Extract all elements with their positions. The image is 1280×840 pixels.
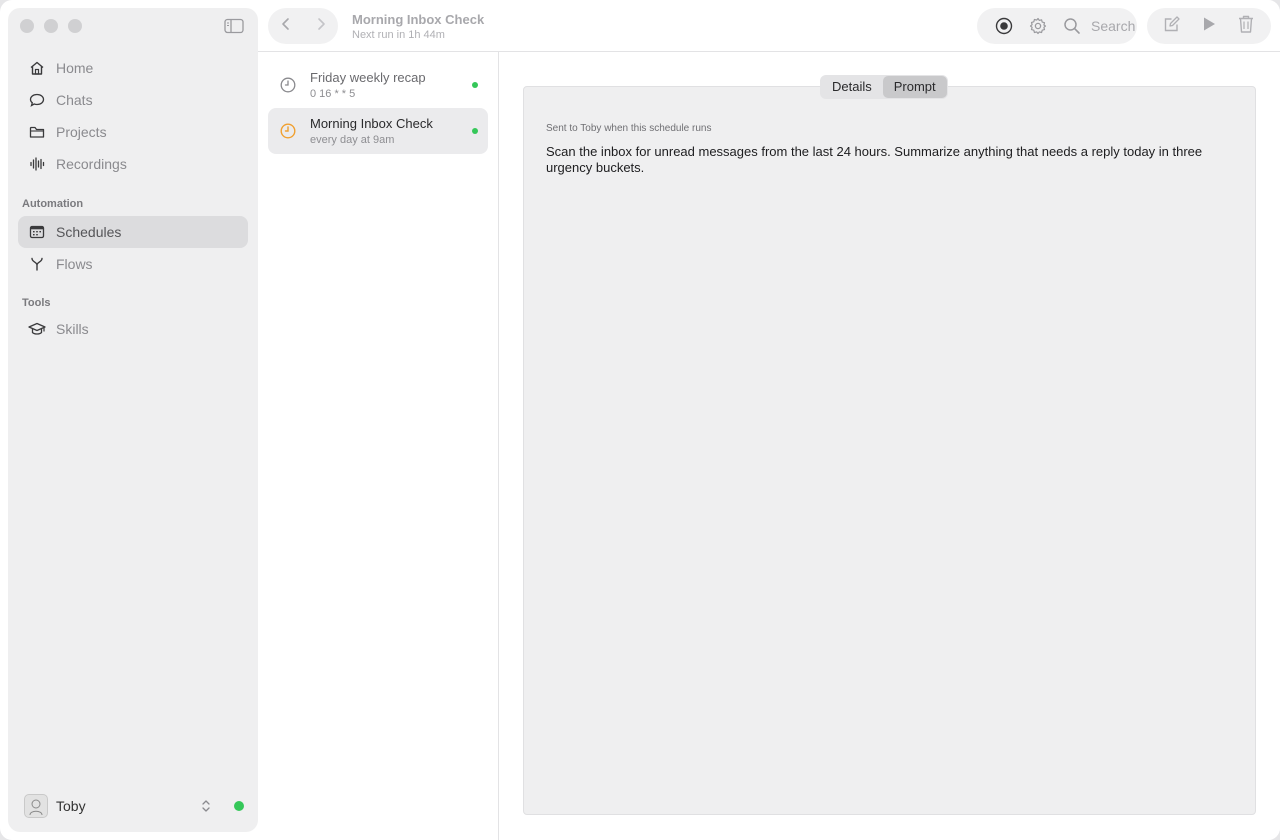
sidebar-item-label: Flows: [56, 256, 93, 272]
sidebar-item-label: Recordings: [56, 156, 127, 172]
compose-icon[interactable]: [1163, 15, 1181, 38]
record-icon: [995, 17, 1013, 35]
sidebar-nav: Home Chats Projects Recordings Automatio…: [18, 52, 248, 345]
tab-prompt[interactable]: Prompt: [882, 76, 947, 98]
window-controls: [20, 19, 82, 33]
sidebar-item-label: Home: [56, 60, 94, 76]
play-icon[interactable]: [1201, 15, 1217, 38]
sidebar-toggle-icon[interactable]: [224, 18, 244, 34]
graduation-cap-icon: [28, 320, 46, 338]
schedule-timing: every day at 9am: [310, 134, 395, 146]
trash-icon[interactable]: [1237, 14, 1255, 39]
sidebar-item-recordings[interactable]: Recordings: [18, 148, 248, 180]
prompt-caption: Sent to Toby when this schedule runs: [546, 123, 712, 134]
clock-icon: [280, 77, 296, 93]
branch-icon: [28, 255, 46, 273]
user-account-row[interactable]: Toby: [24, 792, 244, 820]
list-item[interactable]: Friday weekly recap 0 16 * * 5: [268, 62, 488, 108]
sidebar-item-label: Skills: [56, 321, 89, 337]
section-label-tools: Tools: [22, 297, 51, 309]
calendar-icon: [28, 223, 46, 241]
record-button[interactable]: [987, 8, 1021, 44]
sidebar-item-projects[interactable]: Projects: [18, 116, 248, 148]
sidebar-item-label: Projects: [56, 124, 107, 140]
prompt-text[interactable]: Scan the inbox for unread messages from …: [546, 144, 1246, 176]
waveform-icon: [28, 155, 46, 173]
sidebar-item-schedules[interactable]: Schedules: [18, 216, 248, 248]
list-item[interactable]: Morning Inbox Check every day at 9am: [268, 108, 488, 154]
chat-bubble-icon: [28, 91, 46, 109]
schedule-name: Morning Inbox Check: [310, 116, 433, 131]
zoom-window-button[interactable]: [68, 19, 82, 33]
chevron-up-down-icon[interactable]: [200, 799, 212, 813]
sidebar-item-skills[interactable]: Skills: [18, 313, 248, 345]
forward-chevron-icon[interactable]: [314, 16, 328, 37]
avatar: [24, 794, 48, 818]
sidebar: Home Chats Projects Recordings Automatio…: [8, 8, 258, 832]
schedule-detail: Details Prompt Sent to Toby when this sc…: [499, 52, 1280, 840]
user-name: Toby: [56, 798, 86, 814]
toolbar-tools-group: Search: [977, 8, 1137, 44]
gear-icon: [1029, 17, 1047, 35]
schedule-list: Friday weekly recap 0 16 * * 5 Morning I…: [258, 52, 499, 840]
settings-button[interactable]: [1021, 8, 1055, 44]
clock-icon: [280, 123, 296, 139]
title-block: Morning Inbox Check Next run in 1h 44m: [352, 12, 484, 41]
search-button-label[interactable]: Search: [1091, 18, 1135, 34]
tab-details[interactable]: Details: [821, 76, 883, 98]
toolbar-actions-group: [1147, 8, 1271, 44]
folder-icon: [28, 123, 46, 141]
home-icon: [28, 59, 46, 77]
back-chevron-icon[interactable]: [279, 16, 293, 37]
search-icon[interactable]: [1055, 8, 1089, 44]
sidebar-item-label: Schedules: [56, 224, 122, 240]
detail-tab-switcher: Details Prompt: [820, 75, 948, 99]
enabled-status-dot: [472, 82, 478, 88]
toolbar: Morning Inbox Check Next run in 1h 44m S…: [258, 0, 1280, 52]
schedule-name: Friday weekly recap: [310, 70, 426, 85]
app-window: Home Chats Projects Recordings Automatio…: [0, 0, 1280, 840]
page-title: Morning Inbox Check: [352, 12, 485, 27]
navigation-buttons: [268, 8, 338, 44]
sidebar-item-label: Chats: [56, 92, 93, 108]
prompt-card: Sent to Toby when this schedule runs Sca…: [523, 86, 1256, 815]
section-label-automation: Automation: [22, 198, 84, 210]
minimize-window-button[interactable]: [44, 19, 58, 33]
sidebar-item-flows[interactable]: Flows: [18, 248, 248, 280]
sidebar-item-chats[interactable]: Chats: [18, 84, 248, 116]
schedule-timing: 0 16 * * 5: [310, 88, 356, 100]
enabled-status-dot: [472, 128, 478, 134]
online-status-indicator: [234, 801, 244, 811]
sidebar-item-home[interactable]: Home: [18, 52, 248, 84]
close-window-button[interactable]: [20, 19, 34, 33]
page-subtitle: Next run in 1h 44m: [352, 29, 445, 41]
